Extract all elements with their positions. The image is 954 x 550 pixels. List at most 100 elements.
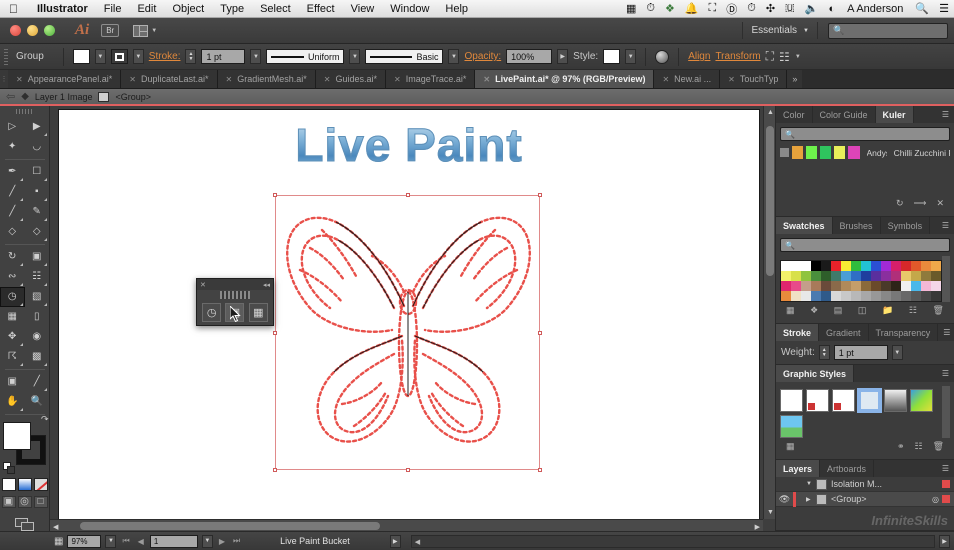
delete-swatch-icon[interactable]: 🗑: [932, 305, 943, 316]
swatch-cell[interactable]: [891, 271, 901, 281]
zoom-level-input[interactable]: 97%: [67, 534, 102, 548]
swatch-cell[interactable]: [791, 281, 801, 291]
perspective-grid-tool[interactable]: ▧: [25, 287, 50, 307]
panel-menu-icon[interactable]: ☰: [937, 460, 954, 477]
spotlight-circle-icon[interactable]: ◐: [823, 3, 840, 15]
swatch-cell[interactable]: [921, 261, 931, 271]
chevron-down-icon[interactable]: ▼: [795, 54, 801, 60]
swatch-cell[interactable]: [811, 291, 821, 301]
blend-tool[interactable]: ◉: [25, 327, 50, 347]
refresh-icon[interactable]: ↻: [896, 198, 904, 209]
swatch-cell[interactable]: [801, 291, 811, 301]
lasso-tool[interactable]: ◡: [25, 137, 50, 157]
swatch-cell[interactable]: [921, 281, 931, 291]
volume-icon[interactable]: 🔈: [800, 2, 824, 15]
swatch-cell[interactable]: [781, 281, 791, 291]
swatch-cell[interactable]: [921, 271, 931, 281]
swatch-cell[interactable]: [811, 281, 821, 291]
shape-builder-tool[interactable]: ☷: [25, 267, 50, 287]
layer-name[interactable]: Isolation M...: [831, 479, 882, 489]
swatch-cell[interactable]: [901, 281, 911, 291]
fill-swatch[interactable]: [72, 49, 90, 64]
dropbox-icon[interactable]: ❖: [660, 2, 680, 15]
stroke-label[interactable]: Stroke:: [149, 51, 181, 62]
currency-icon[interactable]: Ⓓ: [721, 1, 742, 17]
swatch-cell[interactable]: [921, 291, 931, 301]
swatch-cell[interactable]: [791, 271, 801, 281]
artboard-dropdown-arrow[interactable]: ▼: [201, 534, 213, 548]
swatch-cell[interactable]: [891, 291, 901, 301]
menu-view[interactable]: View: [343, 3, 383, 15]
selection-anchor[interactable]: [273, 330, 277, 335]
swatch-cell[interactable]: [901, 261, 911, 271]
close-icon[interactable]: ✕: [394, 75, 401, 84]
theme-swatch[interactable]: [834, 146, 846, 159]
scroll-right-icon[interactable]: ▶: [939, 534, 950, 548]
menu-effect[interactable]: Effect: [299, 3, 343, 15]
swatch-cell[interactable]: [861, 281, 871, 291]
none-stroke-style[interactable]: [832, 389, 855, 412]
kuler-search-input[interactable]: 🔍: [780, 127, 950, 141]
expand-triangle-icon[interactable]: ▶: [806, 496, 816, 503]
swatch-cell[interactable]: [851, 291, 861, 301]
close-icon[interactable]: ✕: [728, 75, 735, 84]
panel-menu-icon[interactable]: ☰: [937, 217, 954, 234]
expand-triangle-icon[interactable]: ▼: [806, 481, 816, 487]
clock-icon[interactable]: ⏱: [641, 2, 660, 15]
selection-anchor[interactable]: [273, 193, 277, 197]
swatch-cell[interactable]: [931, 281, 941, 291]
breadcrumb-layer-label[interactable]: Layer 1 Image: [35, 92, 93, 102]
selection-anchor[interactable]: [405, 468, 410, 472]
scroll-down-icon[interactable]: ▼: [767, 509, 774, 516]
swatch-cell[interactable]: [931, 261, 941, 271]
visibility-toggle[interactable]: 👁: [776, 494, 793, 505]
swatch-cell[interactable]: [871, 271, 881, 281]
swatch-cell[interactable]: [821, 291, 831, 301]
kuler-theme-row[interactable]: Andys Chilli Zucchini P...: [780, 146, 950, 159]
artboard-number-input[interactable]: 1: [149, 534, 198, 548]
rectangle-tool[interactable]: ▪: [25, 182, 50, 202]
zoom-tool[interactable]: 🔍: [25, 392, 50, 412]
selection-anchor[interactable]: [405, 193, 410, 197]
swatch-cell[interactable]: [831, 261, 841, 271]
opacity-value[interactable]: 100%: [506, 49, 553, 64]
theme-swatch[interactable]: [806, 146, 818, 159]
first-artboard-icon[interactable]: ⏮: [120, 536, 131, 546]
stroke-weight-input[interactable]: 1 pt: [833, 345, 888, 360]
tab-symbols[interactable]: Symbols: [881, 217, 931, 234]
arrange-documents-button[interactable]: ▼: [133, 24, 157, 37]
column-graph-tool[interactable]: ▩: [25, 347, 50, 367]
slice-tool[interactable]: ╱: [25, 372, 50, 392]
control-bar-grip[interactable]: [4, 48, 8, 65]
stroke-weight-stepper[interactable]: ▲ ▼: [185, 49, 197, 64]
swatch-cell[interactable]: [871, 291, 881, 301]
swatch-cell[interactable]: [841, 281, 851, 291]
swatch-cell[interactable]: [871, 261, 881, 271]
swatch-cell[interactable]: [851, 261, 861, 271]
pencil-tool[interactable]: ✎: [25, 202, 50, 222]
stroke-weight-value[interactable]: 1 pt: [201, 49, 246, 64]
swatch-cell[interactable]: [811, 271, 821, 281]
tab-graphic-styles[interactable]: Graphic Styles: [776, 365, 855, 382]
swatch-cell[interactable]: [821, 271, 831, 281]
tab-color[interactable]: Color: [776, 106, 813, 123]
stroke-weight-stepper[interactable]: ▲ ▼: [818, 345, 830, 360]
menu-edit[interactable]: Edit: [129, 3, 164, 15]
tab-guides[interactable]: ✕ Guides.ai*: [315, 70, 387, 88]
selection-anchor[interactable]: [273, 468, 277, 472]
scroll-up-icon[interactable]: ▲: [767, 109, 774, 116]
toolbox-grip[interactable]: [15, 109, 34, 114]
close-icon[interactable]: ✕: [324, 75, 331, 84]
blue-border-style[interactable]: [857, 388, 882, 413]
scroll-left-icon[interactable]: ◀: [412, 539, 420, 546]
width-tool[interactable]: ∾: [0, 267, 25, 287]
swatch-cell[interactable]: [791, 261, 801, 271]
default-fill-stroke-icon[interactable]: [2, 461, 15, 474]
fill-dropdown-arrow[interactable]: ▼: [94, 49, 106, 64]
swatch-cell[interactable]: [871, 281, 881, 291]
message-icon[interactable]: ⛶: [704, 2, 722, 15]
opacity-dropdown-arrow[interactable]: ▶: [557, 49, 569, 64]
color-group-icon[interactable]: ❖: [810, 305, 818, 316]
recolor-artwork-icon[interactable]: [655, 49, 670, 64]
new-style-icon[interactable]: ☷: [914, 441, 922, 452]
